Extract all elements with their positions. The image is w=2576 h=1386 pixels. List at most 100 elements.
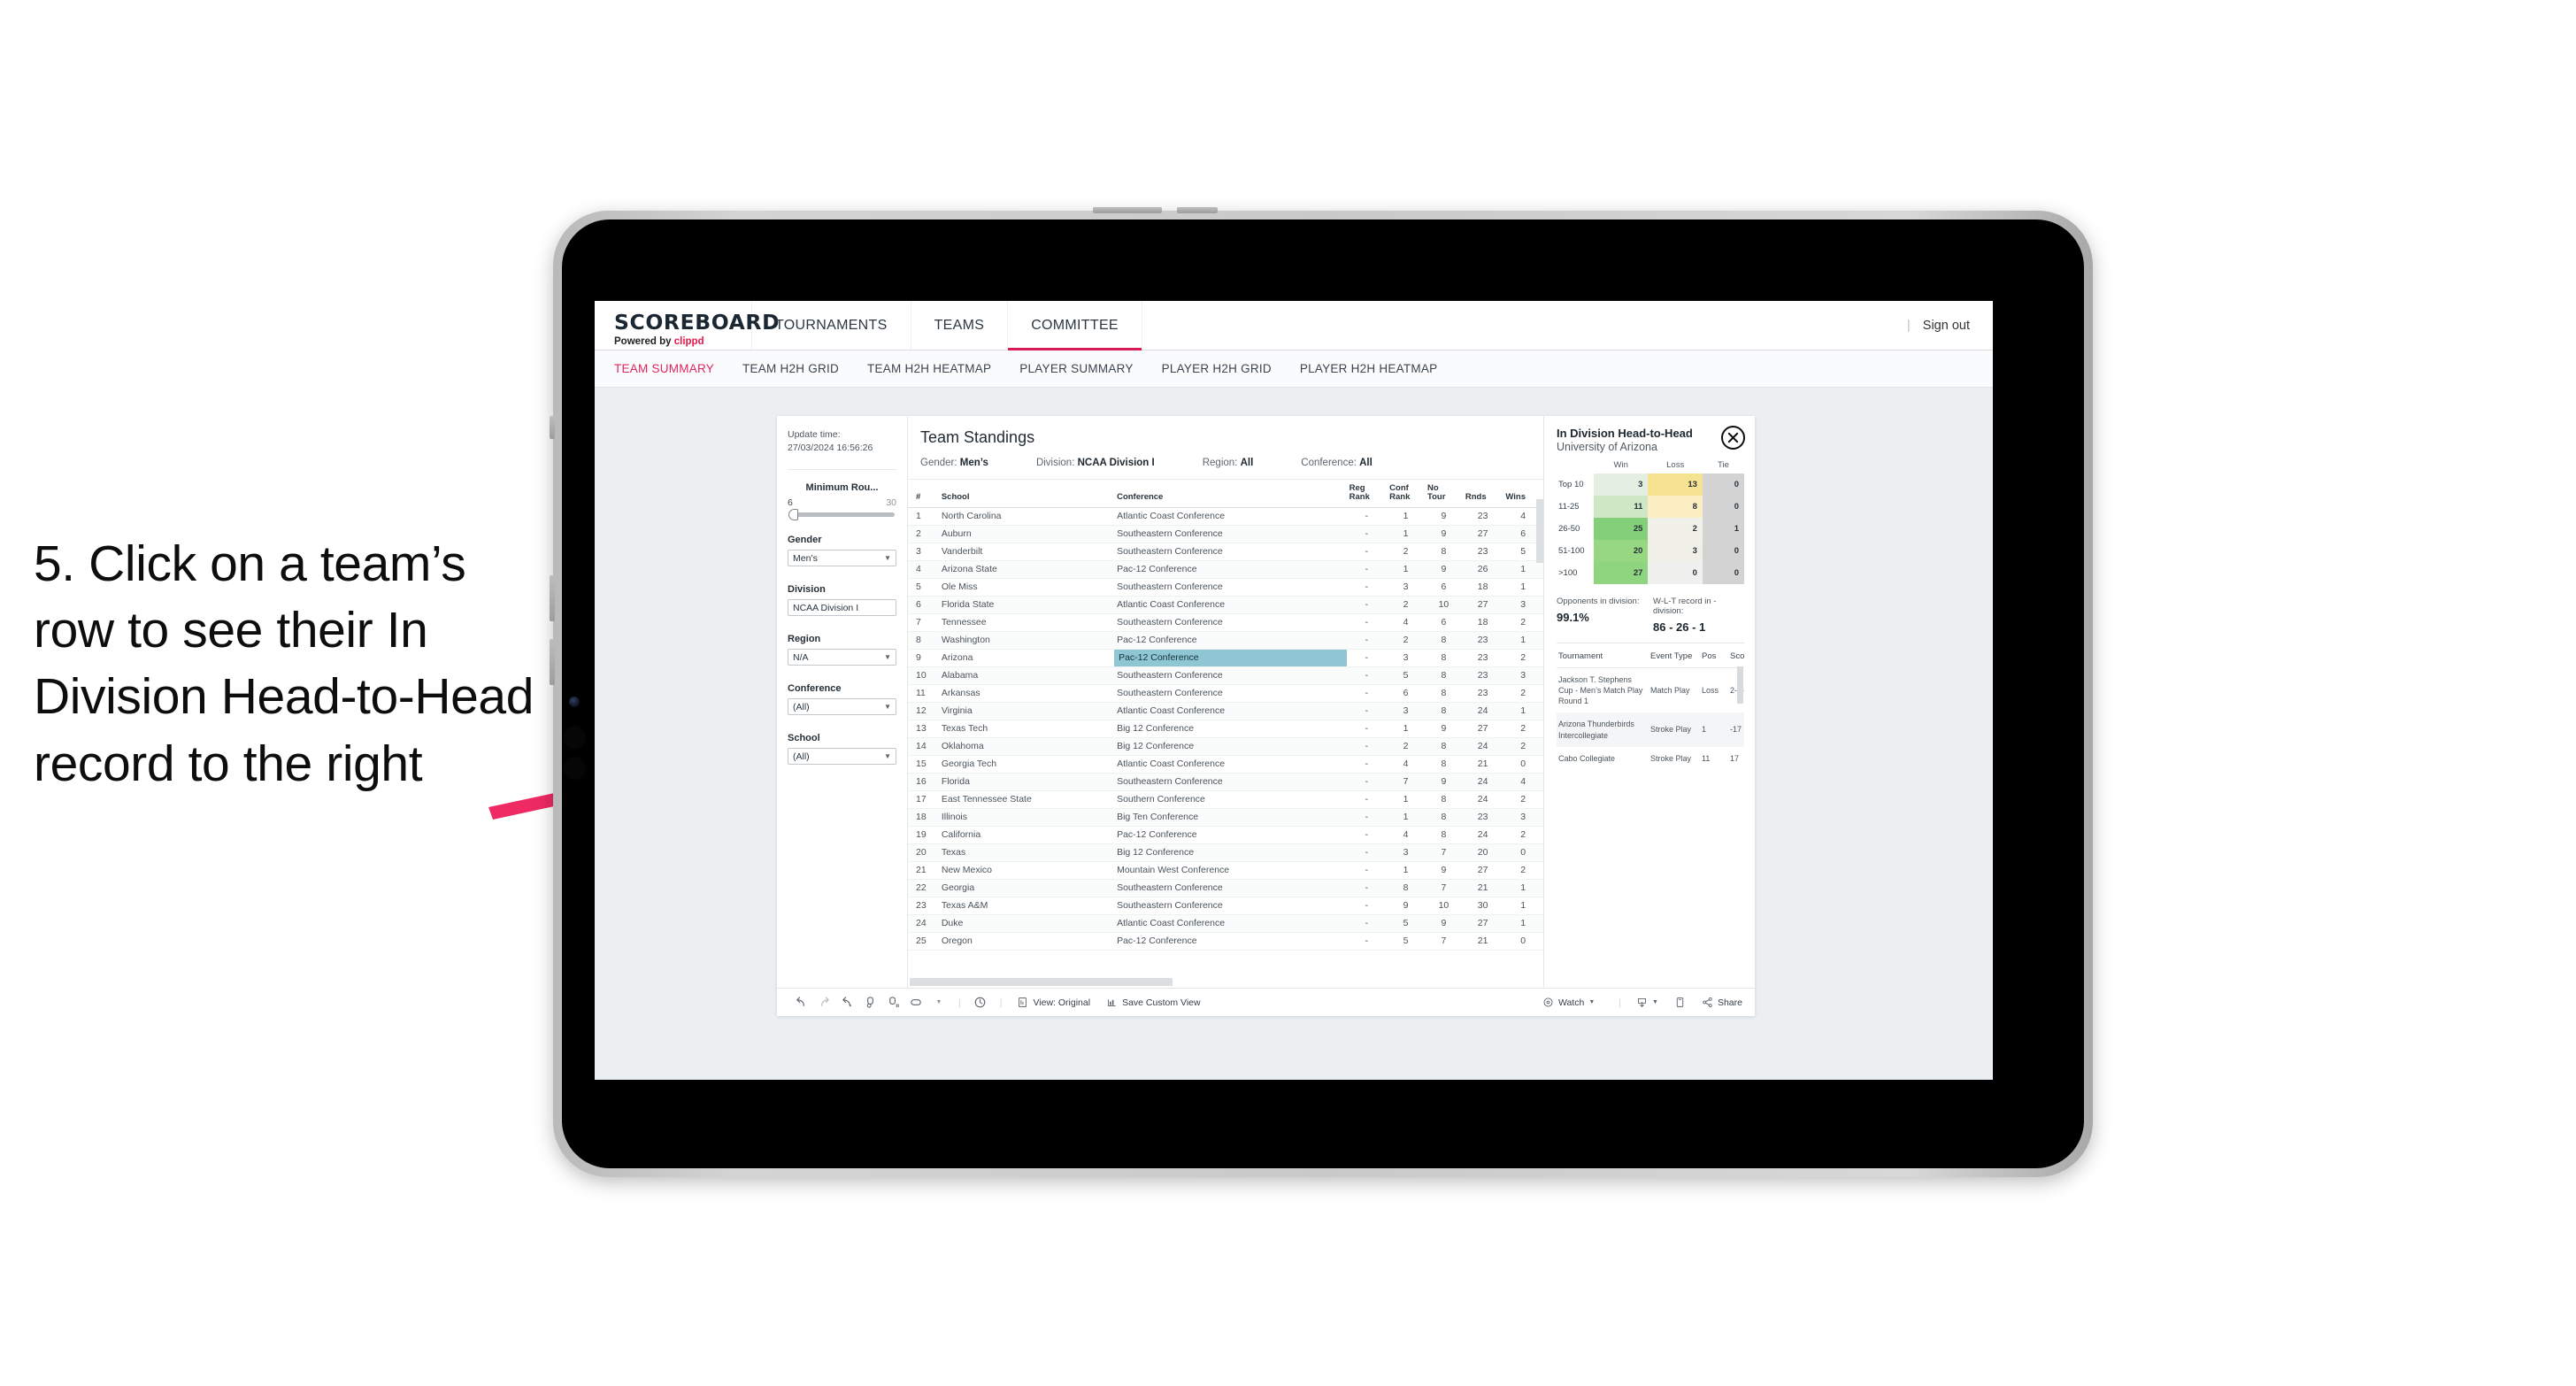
col-no-tour[interactable]: No Tour [1425, 480, 1463, 508]
cell-rank: 7 [908, 613, 939, 632]
table-row[interactable]: 3 Vanderbilt Southeastern Conference -2 8 23 5 [908, 543, 1543, 561]
tcol-event-type[interactable]: Event Type [1649, 645, 1700, 668]
tcol-tournament[interactable]: Tournament [1557, 645, 1649, 668]
download-button[interactable]: ▼ [1636, 997, 1658, 1008]
brand-logo[interactable]: SCOREBOARD Powered by clippd [595, 301, 780, 350]
table-row[interactable]: 8 Washington Pac-12 Conference -2 8 23 1 [908, 631, 1543, 650]
table-row[interactable]: 21 New Mexico Mountain West Conference -1 9 2… [908, 861, 1543, 880]
cell-rank: 21 [908, 861, 939, 880]
table-row[interactable]: 18 Illinois Big Ten Conference -1 8 23 3 [908, 808, 1543, 827]
nav-item-teams[interactable]: TEAMS [911, 301, 1009, 350]
h2h-title: In Division Head-to-Head [1557, 427, 1693, 440]
device-button[interactable] [1674, 997, 1686, 1008]
division-select[interactable]: NCAA Division I [788, 599, 896, 617]
table-row[interactable]: 6 Florida State Atlantic Coast Conference -… [908, 596, 1543, 614]
table-row[interactable]: 7 Tennessee Southeastern Conference -4 6 18 2 [908, 613, 1543, 632]
school-select[interactable]: (All) ▼ [788, 748, 896, 766]
refresh-data-icon[interactable] [858, 996, 881, 1009]
tab-team-summary[interactable]: TEAM SUMMARY [614, 362, 734, 375]
nav-item-committee[interactable]: COMMITTEE [1008, 301, 1142, 350]
table-row[interactable]: 16 Florida Southeastern Conference -7 9 24 4 [908, 773, 1543, 791]
table-row[interactable]: 12 Virginia Atlantic Coast Conference -3 8 24… [908, 702, 1543, 720]
cell-no-tour: 9 [1425, 773, 1463, 791]
cell-no-tour: 7 [1425, 879, 1463, 897]
cell-wins: 1 [1503, 702, 1543, 720]
pause-refresh-icon[interactable] [881, 996, 904, 1009]
table-row[interactable]: 4 Arizona State Pac-12 Conference -1 9 26 1 [908, 560, 1543, 579]
cell-rnds: 18 [1462, 613, 1503, 632]
table-row[interactable]: 11 Arkansas Southeastern Conference -6 8 23 2 [908, 684, 1543, 703]
dashboard-card: Update time: 27/03/2024 16:56:26 Minimum… [777, 416, 1755, 1016]
table-row[interactable]: 9 Arizona Pac-12 Conference -3 8 23 2 [908, 649, 1543, 667]
tab-team-h2h-heatmap[interactable]: TEAM H2H HEATMAP [867, 362, 1011, 375]
cell-reg-rank: - [1346, 790, 1388, 809]
col-rank[interactable]: # [908, 480, 939, 508]
col-reg-rank[interactable]: Reg Rank [1346, 480, 1388, 508]
table-row[interactable]: 5 Ole Miss Southeastern Conference -3 6 18 1 [908, 578, 1543, 597]
h2h-cell: 1 [1702, 518, 1744, 540]
save-custom-view-button[interactable]: Save Custom View [1106, 997, 1201, 1008]
nav-item-tournaments[interactable]: TOURNAMENTS [752, 301, 911, 350]
table-vertical-scrollbar[interactable] [1536, 499, 1543, 563]
tournaments-scrollbar[interactable] [1737, 666, 1743, 704]
minimum-rounds-slider[interactable] [788, 509, 895, 521]
cell-conf-rank: 4 [1387, 613, 1426, 632]
tab-player-h2h-heatmap[interactable]: PLAYER H2H HEATMAP [1300, 362, 1457, 375]
cell-rnds: 23 [1462, 666, 1503, 685]
table-row[interactable]: 13 Texas Tech Big 12 Conference -1 9 27 2 [908, 720, 1543, 738]
device-layout-icon[interactable] [904, 996, 927, 1009]
col-conf-rank[interactable]: Conf Rank [1387, 480, 1426, 508]
view-original-button[interactable]: View: Original [1017, 997, 1090, 1008]
tab-team-h2h-grid[interactable]: TEAM H2H GRID [742, 362, 858, 375]
cell-conference: Southeastern Conference [1114, 578, 1347, 597]
table-row[interactable]: 25 Oregon Pac-12 Conference -5 7 21 0 [908, 932, 1543, 951]
filter-gender: Gender Men’s ▼ [788, 535, 896, 567]
tournaments-header-row: Tournament Event Type Pos Score [1557, 645, 1744, 668]
table-row[interactable]: 14 Oklahoma Big 12 Conference -2 8 24 2 [908, 737, 1543, 756]
list-item[interactable]: Arizona Thunderbirds Intercollegiate Stro… [1557, 712, 1744, 747]
cell-reg-rank: - [1346, 879, 1388, 897]
redo-icon[interactable] [812, 996, 835, 1009]
undo-icon[interactable] [789, 996, 812, 1009]
col-school[interactable]: School [938, 480, 1115, 508]
share-button[interactable]: Share [1702, 997, 1742, 1008]
chevron-down-icon[interactable]: ▼ [927, 999, 950, 1005]
table-row[interactable]: 10 Alabama Southeastern Conference -5 8 23 3 [908, 666, 1543, 685]
sign-out-area: | Sign out [1907, 301, 1993, 350]
col-conference[interactable]: Conference [1114, 480, 1347, 508]
revert-icon[interactable] [835, 996, 858, 1009]
conference-select[interactable]: (All) ▼ [788, 698, 896, 716]
tab-player-summary[interactable]: PLAYER SUMMARY [1019, 362, 1152, 375]
cell-conference: Pac-12 Conference [1114, 932, 1347, 951]
cell-school: Arizona State [938, 560, 1115, 579]
cell-no-tour: 8 [1425, 666, 1463, 685]
scrollbar-thumb[interactable] [910, 978, 1173, 986]
col-rnds[interactable]: Rnds [1462, 480, 1503, 508]
history-icon[interactable] [969, 996, 992, 1009]
table-row[interactable]: 1 North Carolina Atlantic Coast Conference… [908, 507, 1543, 526]
table-horizontal-scrollbar[interactable] [908, 976, 1543, 988]
tcol-score[interactable]: Score [1728, 645, 1744, 668]
table-row[interactable]: 17 East Tennessee State Southern Conferenc… [908, 790, 1543, 809]
table-row[interactable]: 20 Texas Big 12 Conference -3 7 20 0 [908, 843, 1543, 862]
table-row[interactable]: 19 California Pac-12 Conference -4 8 24 2 [908, 826, 1543, 844]
cell-rnds: 20 [1462, 843, 1503, 862]
table-row[interactable]: 2 Auburn Southeastern Conference -1 9 27 6 [908, 525, 1543, 543]
slider-handle[interactable] [788, 509, 798, 521]
list-item[interactable]: Jackson T. Stephens Cup - Men’s Match Pl… [1557, 668, 1744, 713]
close-icon[interactable] [1721, 426, 1745, 450]
region-select[interactable]: N/A ▼ [788, 649, 896, 666]
h2h-heatmap-header-row: Win Loss Tie [1557, 460, 1744, 474]
sign-out-link[interactable]: Sign out [1923, 319, 1970, 333]
tcol-pos[interactable]: Pos [1700, 645, 1728, 668]
tab-player-h2h-grid[interactable]: PLAYER H2H GRID [1162, 362, 1291, 375]
table-row[interactable]: 22 Georgia Southeastern Conference -8 7 21 1 [908, 879, 1543, 897]
watch-button[interactable]: Watch ▼ [1542, 997, 1595, 1008]
cell-wins: 1 [1503, 578, 1543, 597]
table-row[interactable]: 15 Georgia Tech Atlantic Coast Conference -… [908, 755, 1543, 774]
table-row[interactable]: 23 Texas A&M Southeastern Conference -9 10 30… [908, 897, 1543, 915]
gender-select[interactable]: Men’s ▼ [788, 550, 896, 567]
list-item[interactable]: Cabo Collegiate Stroke Play 11 17 [1557, 747, 1744, 770]
table-row[interactable]: 24 Duke Atlantic Coast Conference -5 9 27 1 [908, 914, 1543, 933]
